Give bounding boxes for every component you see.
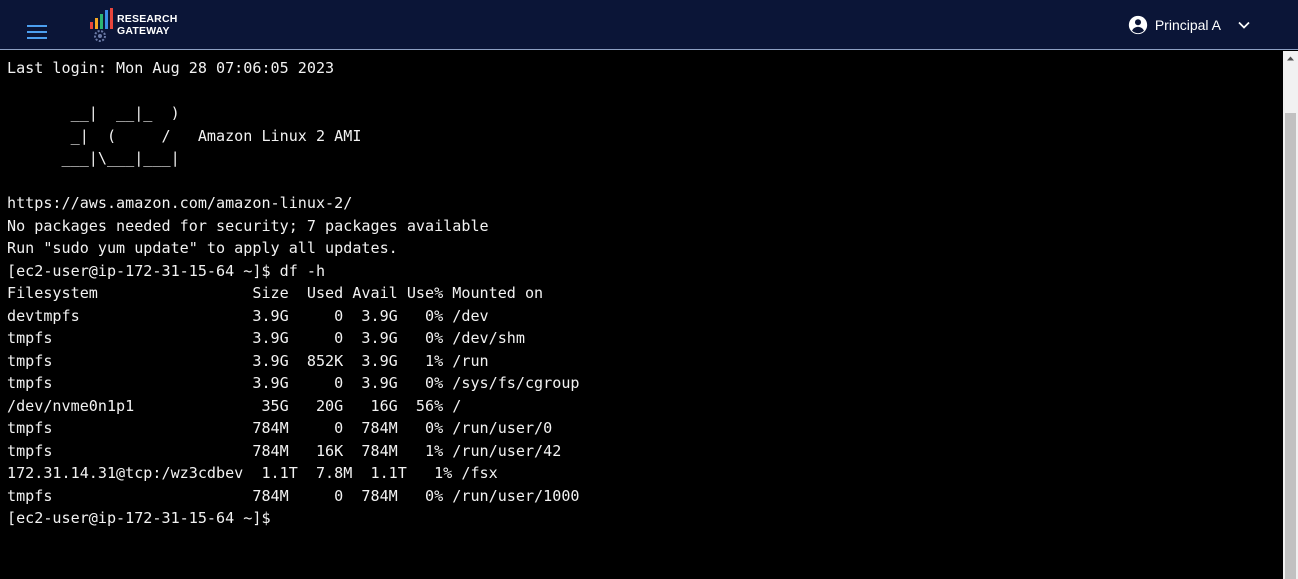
terminal-line: devtmpfs 3.9G 0 3.9G 0% /dev [7, 306, 489, 325]
terminal-line: 172.31.14.31@tcp:/wz3cdbev 1.1T 7.8M 1.1… [7, 464, 498, 482]
terminal-line: tmpfs 3.9G 0 3.9G 0% /dev/shm [7, 329, 525, 347]
terminal-line: tmpfs 784M 16K 784M 1% /run/user/42 [7, 441, 562, 460]
hamburger-menu-icon-bar [27, 31, 47, 33]
user-menu-button[interactable]: Principal A [1127, 12, 1251, 38]
hamburger-menu-button[interactable] [27, 25, 49, 39]
terminal-text: Last login: Mon Aug 28 07:06:05 2023 __|… [0, 51, 1283, 530]
research-gateway-logo[interactable]: RESEARCH GATEWAY [88, 8, 188, 44]
account-circle-icon [1128, 15, 1148, 35]
top-app-bar: RESEARCH GATEWAY Principal A [0, 0, 1298, 50]
scroll-up-arrow-icon[interactable] [1283, 51, 1298, 66]
logo-text-line1: RESEARCH [117, 13, 178, 25]
user-name: Principal A [1154, 17, 1221, 33]
terminal-line: No packages needed for security; 7 packa… [7, 216, 489, 235]
hamburger-menu-icon-bar [27, 37, 47, 39]
terminal-line: __| __|_ ) [7, 104, 180, 122]
terminal-line: Last login: Mon Aug 28 07:06:05 2023 [7, 59, 335, 77]
terminal-line: ___|\___|___| [7, 149, 180, 167]
terminal-prompt: [ec2-user@ip-172-31-15-64 ~]$ [7, 509, 271, 527]
terminal-line: tmpfs 3.9G 852K 3.9G 1% /run [7, 351, 489, 370]
terminal-line: /dev/nvme0n1p1 35G 20G 16G 56% / [7, 396, 462, 415]
terminal-scrollbar[interactable] [1283, 51, 1298, 579]
logo-text: RESEARCH GATEWAY [117, 13, 178, 37]
logo-text-line2: GATEWAY [117, 25, 170, 37]
terminal-line: _| ( / Amazon Linux 2 AMI [7, 126, 362, 145]
terminal-output[interactable]: Last login: Mon Aug 28 07:06:05 2023 __|… [0, 51, 1283, 579]
terminal-line: Run "sudo yum update" to apply all updat… [7, 239, 398, 257]
chevron-down-icon[interactable] [1237, 18, 1251, 32]
terminal-line: tmpfs 3.9G 0 3.9G 0% /sys/fs/cgroup [7, 374, 580, 392]
terminal-line: tmpfs 784M 0 784M 0% /run/user/0 [7, 419, 553, 437]
terminal-line: tmpfs 784M 0 784M 0% /run/user/1000 [7, 486, 580, 505]
logo-bars-gear-icon [90, 8, 113, 42]
terminal-line: Filesystem Size Used Avail Use% Mounted … [7, 284, 544, 302]
hamburger-menu-icon [27, 25, 47, 27]
terminal-line: https://aws.amazon.com/amazon-linux-2/ [7, 194, 353, 212]
scrollbar-thumb[interactable] [1285, 113, 1296, 579]
terminal-line: [ec2-user@ip-172-31-15-64 ~]$ df -h [7, 261, 326, 280]
